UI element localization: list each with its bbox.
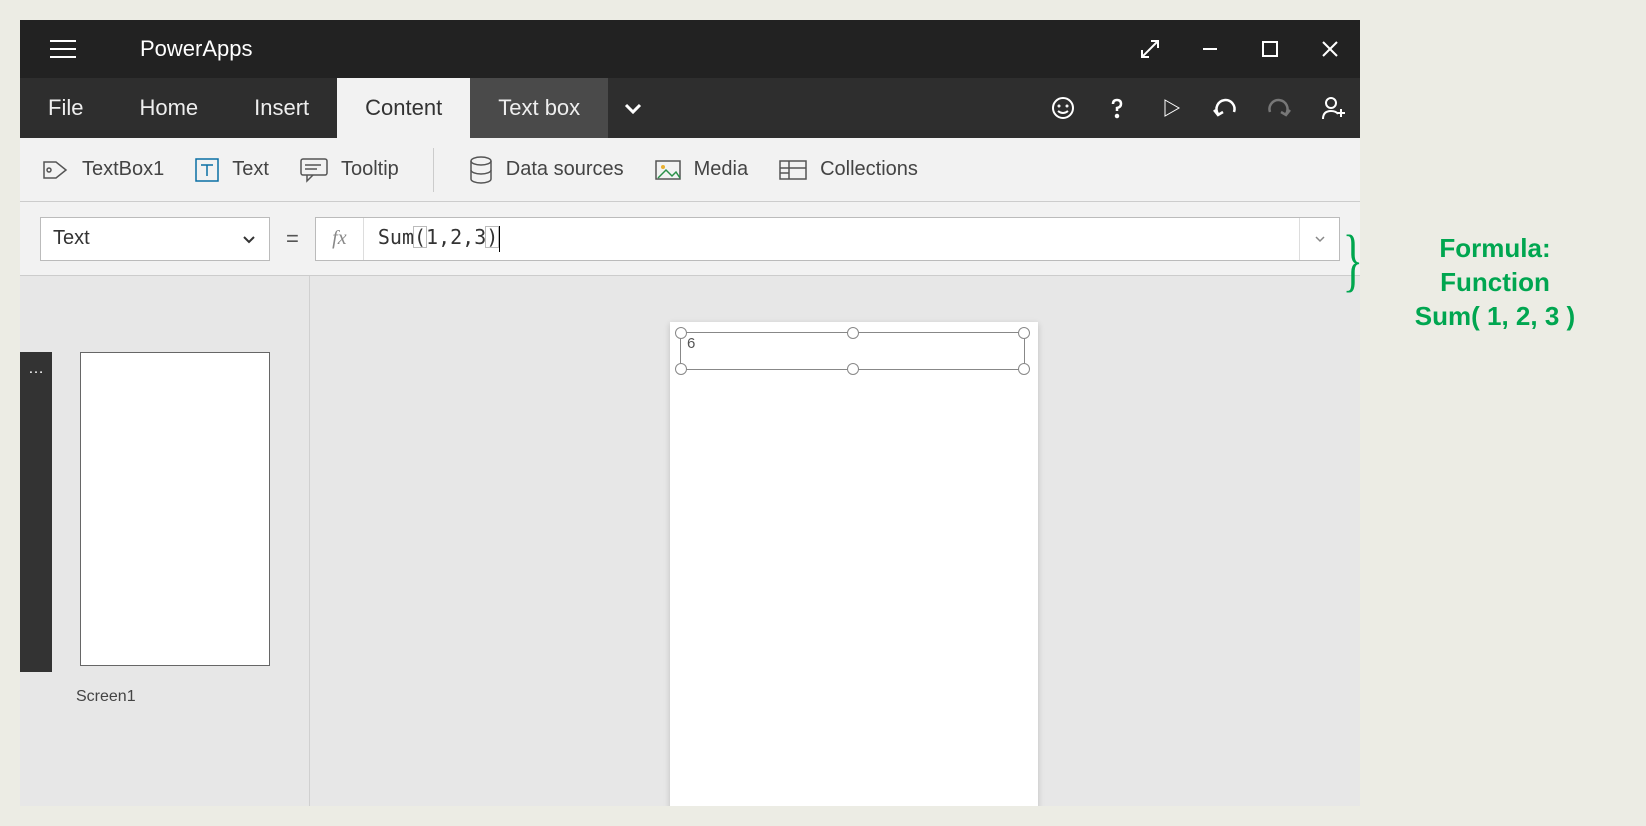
tab-content[interactable]: Content — [337, 78, 470, 138]
property-selector[interactable]: Text — [40, 217, 270, 261]
canvas-area[interactable]: 6 — [310, 276, 1360, 806]
formula-expand-icon[interactable] — [1299, 218, 1339, 260]
formula-bar[interactable]: fx Sum(1,2,3) — [315, 217, 1340, 261]
database-icon — [468, 155, 494, 185]
redo-icon[interactable] — [1252, 78, 1306, 138]
share-user-icon[interactable] — [1306, 78, 1360, 138]
play-preview-icon[interactable] — [1144, 78, 1198, 138]
collections-icon — [778, 158, 808, 182]
ribbon-media[interactable]: Media — [654, 158, 748, 182]
formula-bar-row: Text = fx Sum(1,2,3) — [20, 202, 1360, 276]
tab-insert[interactable]: Insert — [226, 78, 337, 138]
resize-handle-tl[interactable] — [675, 327, 687, 339]
menubar: File Home Insert Content Text box — [20, 78, 1360, 138]
screen-thumbnail[interactable] — [80, 352, 270, 666]
help-icon[interactable] — [1090, 78, 1144, 138]
resize-handle-br[interactable] — [1018, 363, 1030, 375]
equals-sign: = — [286, 226, 299, 252]
app-screen-canvas[interactable]: 6 — [670, 322, 1038, 806]
ribbon-collections-label: Collections — [820, 158, 918, 181]
textbox-value: 6 — [687, 335, 695, 352]
annotation-brace: } — [1343, 226, 1363, 296]
ribbon-tooltip[interactable]: Tooltip — [299, 157, 399, 183]
annotation-line-3: Sum( 1, 2, 3 ) — [1380, 300, 1610, 334]
tab-home[interactable]: Home — [111, 78, 226, 138]
selected-textbox-control[interactable]: 6 — [680, 332, 1025, 370]
ribbon-divider — [433, 148, 434, 192]
tab-file[interactable]: File — [20, 78, 111, 138]
formula-text[interactable]: Sum(1,2,3) — [364, 225, 514, 252]
undo-icon[interactable] — [1198, 78, 1252, 138]
ribbon-datasources[interactable]: Data sources — [468, 155, 624, 185]
tooltip-icon — [299, 157, 329, 183]
text-icon — [194, 157, 220, 183]
ribbon-text-label: Text — [232, 158, 269, 181]
tag-icon — [40, 158, 70, 182]
property-selector-value: Text — [53, 227, 90, 250]
media-icon — [654, 158, 682, 182]
ribbon: TextBox1 Text Tooltip Data sources Media… — [20, 138, 1360, 202]
annotation-line-1: Formula: — [1380, 232, 1610, 266]
tab-textbox-context[interactable]: Text box — [470, 78, 608, 138]
ribbon-control-name[interactable]: TextBox1 — [40, 158, 164, 182]
resize-handle-tc[interactable] — [847, 327, 859, 339]
control-name-label: TextBox1 — [82, 158, 164, 181]
minimize-button[interactable] — [1180, 20, 1240, 78]
expand-icon[interactable] — [1120, 20, 1180, 78]
app-window: PowerApps File Home Insert Content Text … — [20, 20, 1360, 806]
ribbon-media-label: Media — [694, 158, 748, 181]
maximize-button[interactable] — [1240, 20, 1300, 78]
thumbnail-options-strip[interactable]: … — [20, 352, 52, 672]
app-title: PowerApps — [140, 36, 253, 62]
ribbon-text[interactable]: Text — [194, 157, 269, 183]
ellipsis-icon: … — [28, 360, 44, 672]
hamburger-menu-button[interactable] — [50, 39, 90, 59]
fx-icon: fx — [316, 218, 364, 260]
resize-handle-bc[interactable] — [847, 363, 859, 375]
annotation-line-2: Function — [1380, 266, 1610, 300]
screens-panel: … Screen1 — [20, 276, 310, 806]
ribbon-tooltip-label: Tooltip — [341, 158, 399, 181]
chevron-down-icon — [241, 231, 257, 247]
ribbon-datasources-label: Data sources — [506, 158, 624, 181]
annotation-text: Formula: Function Sum( 1, 2, 3 ) — [1380, 232, 1610, 333]
resize-handle-bl[interactable] — [675, 363, 687, 375]
close-button[interactable] — [1300, 20, 1360, 78]
workspace: … Screen1 6 — [20, 276, 1360, 806]
ribbon-collections[interactable]: Collections — [778, 158, 918, 182]
screen-label[interactable]: Screen1 — [76, 688, 136, 706]
titlebar: PowerApps — [20, 20, 1360, 78]
resize-handle-tr[interactable] — [1018, 327, 1030, 339]
chevron-down-icon[interactable] — [608, 78, 658, 138]
smile-feedback-icon[interactable] — [1036, 78, 1090, 138]
